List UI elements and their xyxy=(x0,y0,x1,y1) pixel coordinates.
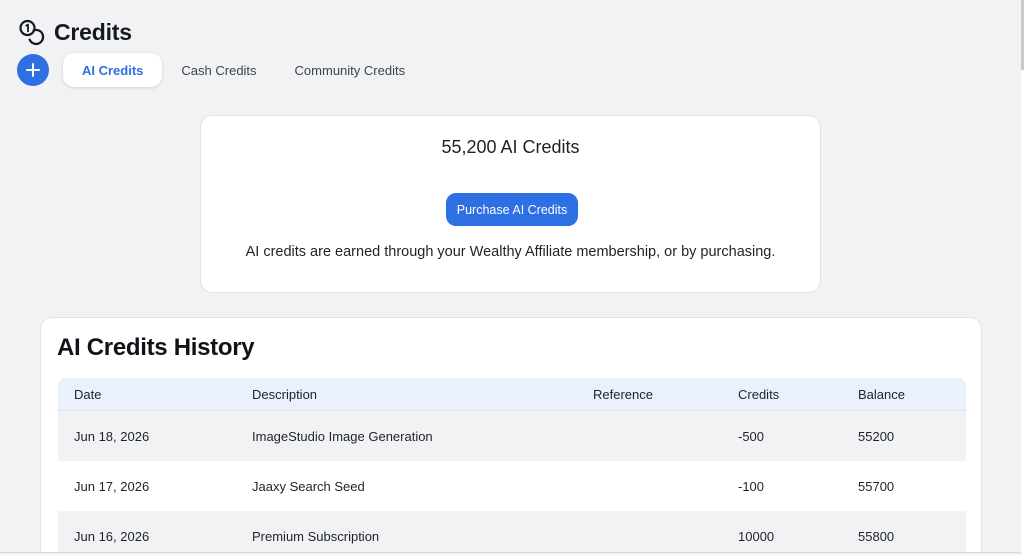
tab-cash-credits[interactable]: Cash Credits xyxy=(162,53,275,87)
row-balance: 55700 xyxy=(858,478,895,494)
table-row: Jun 17, 2026 Jaaxy Search Seed -100 5570… xyxy=(58,461,966,511)
add-credits-button[interactable] xyxy=(17,54,49,86)
credits-summary-card: 55,200 AI Credits Purchase AI Credits AI… xyxy=(200,115,821,293)
row-date: Jun 17, 2026 xyxy=(74,478,150,494)
row-credits: 10000 xyxy=(738,528,775,544)
column-header-balance: Balance xyxy=(858,386,905,402)
plus-icon xyxy=(26,63,40,77)
credits-note: AI credits are earned through your Wealt… xyxy=(245,244,776,260)
row-credits: -100 xyxy=(738,478,765,494)
column-header-credits: Credits xyxy=(738,386,780,402)
row-description: Jaaxy Search Seed xyxy=(252,478,365,494)
row-balance: 55200 xyxy=(858,428,895,444)
row-description: Premium Subscription xyxy=(252,528,380,544)
column-header-reference: Reference xyxy=(593,386,653,402)
page-header: Credits xyxy=(18,15,132,49)
credits-page: Credits AI Credits Cash Credits Communit… xyxy=(0,0,1022,553)
coins-icon xyxy=(18,18,46,46)
credits-tabs: AI Credits Cash Credits Community Credit… xyxy=(63,53,424,87)
credits-history-card: AI Credits History Date Description Refe… xyxy=(40,317,982,552)
column-header-description: Description xyxy=(252,386,318,402)
tab-community-credits[interactable]: Community Credits xyxy=(276,53,425,87)
page-title: Credits xyxy=(54,18,132,45)
column-header-date: Date xyxy=(74,386,102,402)
credits-total: 55,200 AI Credits xyxy=(441,137,580,157)
table-row: Jun 16, 2026 Premium Subscription 10000 … xyxy=(58,511,966,552)
row-date: Jun 16, 2026 xyxy=(74,528,150,544)
table-row: Jun 18, 2026 ImageStudio Image Generatio… xyxy=(58,411,966,461)
row-credits: -500 xyxy=(738,428,765,444)
table-header-row: Date Description Reference Credits Balan… xyxy=(58,378,966,411)
row-balance: 55800 xyxy=(858,528,895,544)
history-title: AI Credits History xyxy=(57,334,255,361)
history-table: Date Description Reference Credits Balan… xyxy=(58,378,966,552)
row-description: ImageStudio Image Generation xyxy=(252,428,433,444)
row-date: Jun 18, 2026 xyxy=(74,428,150,444)
purchase-ai-credits-button[interactable]: Purchase AI Credits xyxy=(446,193,578,226)
tab-ai-credits[interactable]: AI Credits xyxy=(63,53,163,87)
